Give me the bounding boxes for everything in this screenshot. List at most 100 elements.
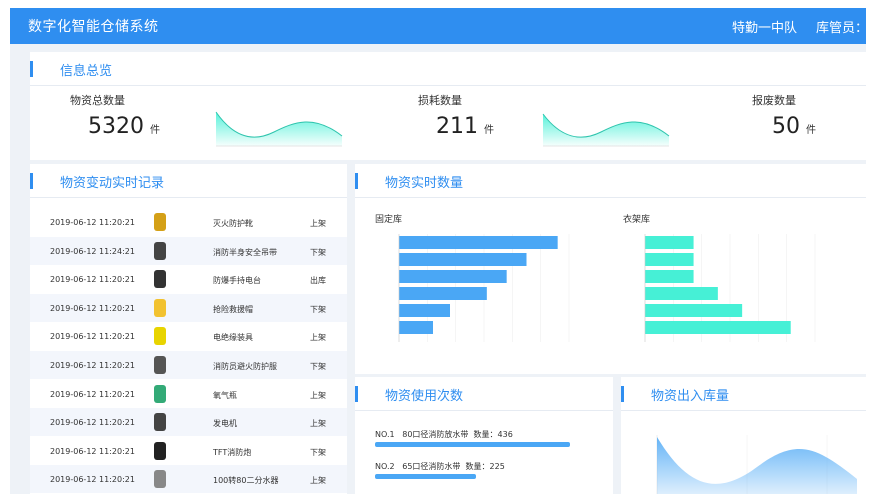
record-row[interactable]: 2019-06-12 11:20:21 消防员避火防护服 下架 <box>30 351 347 379</box>
record-action: 下架 <box>310 447 326 457</box>
record-action: 下架 <box>310 304 326 314</box>
fixed-store-bar[interactable] <box>399 304 450 317</box>
team-name[interactable]: 特勤一中队 <box>732 17 797 36</box>
record-action: 出库 <box>310 276 326 286</box>
usage-panel: 物资使用次数 NO.1 80口径消防放水带 数量：436 NO.2 65口径消防水… <box>355 377 613 494</box>
usage-name: 65口径消防水带 <box>402 462 461 471</box>
usage-name: 80口径消防放水带 <box>402 430 469 439</box>
fixed-store-bar[interactable] <box>399 270 507 283</box>
record-time: 2019-06-12 11:20:21 <box>50 218 135 227</box>
panel-header: 信息总览 <box>30 52 866 86</box>
stat-value: 211 件 <box>436 114 494 139</box>
helmet-icon <box>145 296 175 320</box>
record-item-name: 灭火防护靴 <box>213 219 253 228</box>
top-bar: 数字化智能仓储系统 特勤一中队 库管员： <box>10 8 866 44</box>
record-row[interactable]: 2019-06-12 11:20:21 发电机 上架 <box>30 408 347 437</box>
record-item-name: 消防半身安全吊带 <box>213 247 277 257</box>
record-row[interactable]: 2019-06-12 11:20:21 氧气瓶 上架 <box>30 380 347 408</box>
record-time: 2019-06-12 11:20:21 <box>50 361 135 370</box>
record-action: 上架 <box>310 476 326 486</box>
generator-icon <box>145 410 175 434</box>
sparkline-total <box>215 111 343 147</box>
panel-title: 物资出入库量 <box>651 389 730 404</box>
record-row[interactable]: 2019-06-12 11:20:21 防爆手持电台 出库 <box>30 265 347 293</box>
record-time: 2019-06-12 11:20:21 <box>50 332 135 342</box>
usage-bar <box>375 474 476 479</box>
record-item-name: 电绝缘装具 <box>213 333 253 343</box>
wardrobe-store-bar[interactable] <box>645 270 694 283</box>
usage-item: NO.3 抢险救援帽 数量：150 <box>375 493 487 494</box>
radio-icon <box>145 267 175 291</box>
record-item-name: TFT消防炮 <box>213 447 252 457</box>
stat-scrap: 报废数量 50 件 <box>752 92 816 139</box>
overview-panel: 信息总览 物资总数量 5320 件 损耗数量 211 件 报废数量 50 件 <box>30 52 866 160</box>
usage-rank: NO.1 <box>375 430 395 439</box>
sparkline-loss <box>542 113 670 147</box>
title-accent-bar <box>355 386 358 402</box>
record-action: 上架 <box>310 419 326 429</box>
app-title: 数字化智能仓储系统 <box>28 19 159 35</box>
usage-count-label: 数量： <box>465 462 490 471</box>
record-row[interactable]: 2019-06-12 11:20:21 100转80二分水器 上架 <box>30 465 347 494</box>
fixed-store-bar[interactable] <box>399 321 433 334</box>
title-accent-bar <box>355 173 358 189</box>
usage-count-label: 数量： <box>473 430 498 439</box>
record-row[interactable]: 2019-06-12 11:20:21 TFT消防炮 下架 <box>30 437 347 465</box>
dashboard-screen: 数字化智能仓储系统 特勤一中队 库管员： 信息总览 物资总数量 5320 件 损耗… <box>10 8 866 494</box>
panel-header: 物资变动实时记录 <box>30 164 347 198</box>
panel-title: 物资使用次数 <box>385 389 464 404</box>
stat-label: 损耗数量 <box>418 94 462 107</box>
record-row[interactable]: 2019-06-12 11:20:21 灭火防护靴 上架 <box>30 208 347 236</box>
fire-suit-icon <box>145 353 175 377</box>
record-row[interactable]: 2019-06-12 11:20:21 抢险救援帽 下架 <box>30 293 347 322</box>
fire-cannon-icon <box>145 439 175 463</box>
wardrobe-store-label: 衣架库 <box>623 215 651 225</box>
oxygen-cylinder-icon <box>145 382 175 406</box>
fixed-store-bar[interactable] <box>399 253 527 266</box>
wardrobe-store-bar[interactable] <box>645 287 718 300</box>
realtime-panel: 物资实时数量 固定库 衣架库 <box>355 164 866 374</box>
record-item-name: 发电机 <box>213 419 237 429</box>
panel-header: 物资实时数量 <box>355 164 866 198</box>
record-time: 2019-06-12 11:20:21 <box>50 275 135 285</box>
usage-count: 436 <box>497 430 513 439</box>
record-row[interactable]: 2019-06-12 11:24:21 消防半身安全吊带 下架 <box>30 236 347 265</box>
wardrobe-store-bar[interactable] <box>645 253 694 266</box>
record-item-name: 抢险救援帽 <box>213 304 253 314</box>
wardrobe-store-bar[interactable] <box>645 321 791 334</box>
panel-title: 信息总览 <box>60 64 113 79</box>
stat-value: 50 件 <box>772 114 816 139</box>
record-action: 上架 <box>310 333 326 343</box>
fixed-store-chart <box>398 234 570 342</box>
usage-count: 225 <box>489 462 505 471</box>
wardrobe-store-bar[interactable] <box>645 236 694 249</box>
fixed-store-label: 固定库 <box>375 215 403 225</box>
panel-title: 物资变动实时记录 <box>60 176 165 191</box>
title-accent-bar <box>30 173 33 189</box>
record-item-name: 防爆手持电台 <box>213 276 261 286</box>
stat-value: 5320 件 <box>88 114 160 139</box>
record-action: 下架 <box>310 362 326 371</box>
insulation-suit-icon <box>145 324 175 348</box>
record-item-name: 氧气瓶 <box>213 390 237 400</box>
panel-header: 物资出入库量 <box>621 377 866 411</box>
warehouse-keeper[interactable]: 库管员： <box>816 17 866 36</box>
boots-icon <box>145 210 175 234</box>
inout-area-chart <box>656 435 857 494</box>
record-time: 2019-06-12 11:20:21 <box>50 303 135 313</box>
inout-panel: 物资出入库量 <box>621 377 866 494</box>
wardrobe-store-bar[interactable] <box>645 304 743 317</box>
usage-item: NO.1 80口径消防放水带 数量：436 <box>375 429 513 440</box>
record-row[interactable]: 2019-06-12 11:20:21 电绝缘装具 上架 <box>30 322 347 350</box>
title-accent-bar <box>621 386 624 402</box>
fixed-store-bar[interactable] <box>399 287 487 300</box>
harness-icon <box>145 239 175 263</box>
record-item-name: 消防员避火防护服 <box>213 362 277 371</box>
record-time: 2019-06-12 11:20:21 <box>50 389 135 399</box>
title-accent-bar <box>30 61 33 77</box>
usage-bar <box>375 442 570 447</box>
fixed-store-bar[interactable] <box>399 236 558 249</box>
usage-rank: NO.2 <box>375 462 395 471</box>
wardrobe-store-chart <box>644 234 816 342</box>
stat-label: 报废数量 <box>752 94 796 107</box>
